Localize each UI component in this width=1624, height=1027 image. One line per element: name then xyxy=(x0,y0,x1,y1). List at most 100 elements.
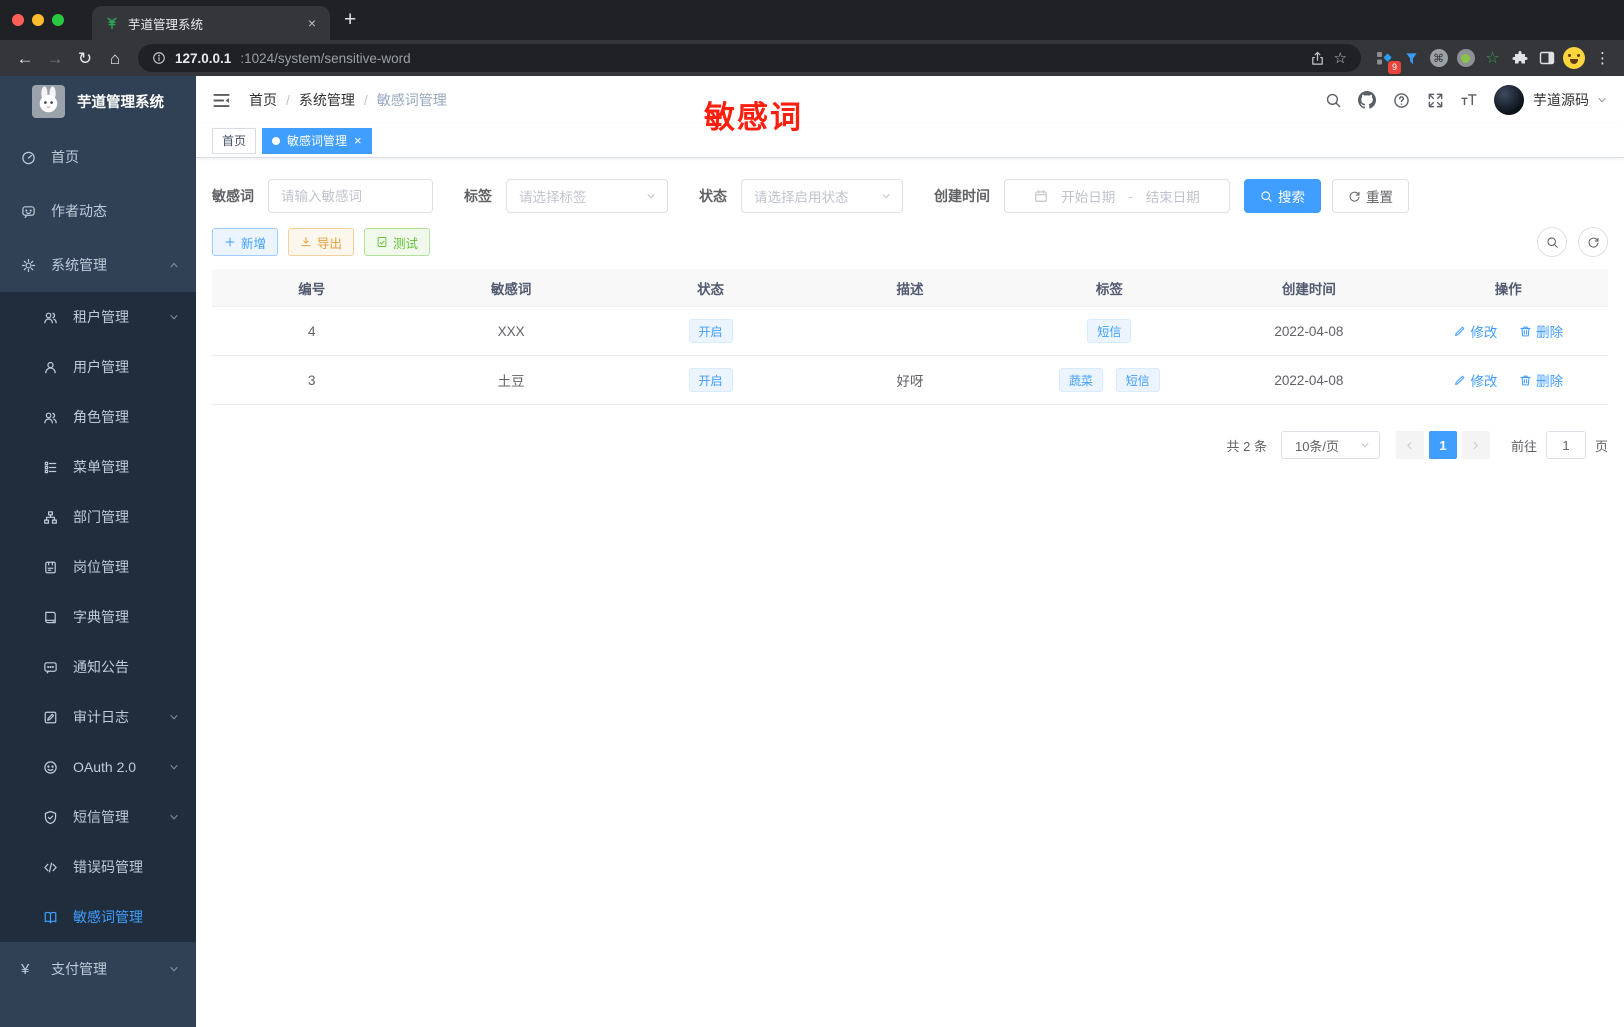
breadcrumb-system[interactable]: 系统管理 xyxy=(299,90,355,110)
sidebar-item-dict[interactable]: 字典管理 xyxy=(0,592,196,642)
new-tab-button[interactable]: + xyxy=(344,8,356,32)
github-icon[interactable] xyxy=(1350,83,1384,117)
sidebar-item-sensitive-word[interactable]: 敏感词管理 xyxy=(0,892,196,942)
sidebar: 芋道管理系统 首页 作者动态 系统管理 租户管理 用户管理 角色管理 菜单管理 … xyxy=(0,76,196,1027)
status-badge: 开启 xyxy=(688,319,733,343)
browser-profile-avatar[interactable] xyxy=(1560,45,1587,72)
org-tree-icon xyxy=(43,510,58,525)
tag-select[interactable]: 请选择标签 xyxy=(506,179,668,213)
browser-menu-icon[interactable]: ⋮ xyxy=(1587,49,1614,67)
prev-page-button[interactable] xyxy=(1395,431,1424,459)
tag-view-sensitive-word[interactable]: 敏感词管理 × xyxy=(262,127,372,154)
sidebar-item-post[interactable]: 岗位管理 xyxy=(0,542,196,592)
tag-view-home[interactable]: 首页 xyxy=(212,127,257,154)
user-icon xyxy=(43,360,58,375)
extension-star-icon[interactable]: ☆ xyxy=(1479,45,1506,72)
sidebar-item-system[interactable]: 系统管理 xyxy=(0,238,196,292)
sidebar-item-audit-log[interactable]: 审计日志 xyxy=(0,692,196,742)
table-toolbar: 新增 导出 测试 xyxy=(212,227,1608,257)
sidebar-item-error-code[interactable]: 错误码管理 xyxy=(0,842,196,892)
chevron-down-icon xyxy=(168,811,180,823)
reset-button[interactable]: 重置 xyxy=(1332,179,1409,213)
browser-tabstrip: 芋道管理系统 × + xyxy=(0,0,1624,40)
active-tab-dot xyxy=(272,136,281,145)
forward-icon[interactable]: → xyxy=(40,50,70,67)
shield-check-icon xyxy=(43,810,58,825)
back-icon[interactable]: ← xyxy=(10,50,40,67)
browser-tab[interactable]: 芋道管理系统 × xyxy=(92,6,330,40)
edit-link[interactable]: 修改 xyxy=(1453,321,1497,341)
username[interactable]: 芋道源码 xyxy=(1533,90,1589,110)
maximize-window-button[interactable] xyxy=(52,14,64,26)
toggle-search-button[interactable] xyxy=(1537,227,1567,257)
app-logo-row[interactable]: 芋道管理系统 xyxy=(0,76,196,126)
sidebar-item-pay[interactable]: ¥ 支付管理 xyxy=(0,942,196,996)
sidebar-item-notice[interactable]: 通知公告 xyxy=(0,642,196,692)
url-bar[interactable]: 127.0.0.1 :1024/system/sensitive-word ☆ xyxy=(138,44,1361,72)
traffic-lights xyxy=(0,14,80,26)
page-unit: 页 xyxy=(1594,438,1608,454)
sensitive-word-table: 编号 敏感词 状态 描述 标签 创建时间 操作 4 XXX 开启 短信 2022… xyxy=(212,269,1608,405)
sidebar-item-menu-mgmt[interactable]: 菜单管理 xyxy=(0,442,196,492)
tab-close-icon[interactable]: × xyxy=(304,15,320,31)
home-icon[interactable]: ⌂ xyxy=(100,50,130,67)
export-button[interactable]: 导出 xyxy=(288,228,355,256)
breadcrumb-current: 敏感词管理 xyxy=(376,92,447,108)
page-number-current[interactable]: 1 xyxy=(1428,431,1457,459)
extension-command-icon[interactable]: ⌘ xyxy=(1425,45,1452,72)
sidebar-item-tenant[interactable]: 租户管理 xyxy=(0,292,196,342)
fullscreen-icon[interactable] xyxy=(1418,83,1452,117)
sidebar-item-user[interactable]: 用户管理 xyxy=(0,342,196,392)
add-button[interactable]: 新增 xyxy=(212,228,279,256)
date-range-picker[interactable]: 开始日期 - 结束日期 xyxy=(1004,179,1230,213)
role-users-icon xyxy=(43,410,58,425)
search-button[interactable]: 搜索 xyxy=(1244,179,1321,213)
page-size-select[interactable]: 10条/页 xyxy=(1280,431,1380,459)
date-end-placeholder: 结束日期 xyxy=(1145,190,1200,205)
keyword-input[interactable] xyxy=(268,179,433,213)
yen-icon: ¥ xyxy=(21,960,30,978)
total-count: 共 2 条 xyxy=(1226,438,1267,454)
share-icon[interactable] xyxy=(1310,51,1325,66)
status-select[interactable]: 请选择启用状态 xyxy=(741,179,903,213)
page-content: 敏感词 标签 请选择标签 状态 请选择启用状态 xyxy=(196,158,1624,1027)
close-window-button[interactable] xyxy=(12,14,24,26)
search-icon[interactable] xyxy=(1316,83,1350,117)
cell-created: 2022-04-08 xyxy=(1274,323,1344,339)
minimize-window-button[interactable] xyxy=(32,14,44,26)
next-page-button[interactable] xyxy=(1461,431,1490,459)
breadcrumb-home[interactable]: 首页 xyxy=(249,90,277,110)
tab-title: 芋道管理系统 xyxy=(128,17,204,32)
bookmark-star-icon[interactable]: ☆ xyxy=(1334,49,1347,67)
sidebar-item-home[interactable]: 首页 xyxy=(0,130,196,184)
delete-link[interactable]: 删除 xyxy=(1519,370,1563,390)
site-info-icon[interactable] xyxy=(152,51,166,65)
sidebar-item-dept[interactable]: 部门管理 xyxy=(0,492,196,542)
goto-page-input[interactable] xyxy=(1545,431,1586,459)
sidebar-item-sms[interactable]: 短信管理 xyxy=(0,792,196,842)
side-panel-icon[interactable] xyxy=(1533,45,1560,72)
tag-badge: 短信 xyxy=(1115,368,1160,392)
cell-id: 3 xyxy=(307,372,316,388)
user-menu-caret-icon[interactable] xyxy=(1596,94,1608,106)
user-avatar[interactable] xyxy=(1494,85,1524,115)
tag-close-icon[interactable]: × xyxy=(354,134,362,147)
edit-link[interactable]: 修改 xyxy=(1453,370,1497,390)
goto-label: 前往 xyxy=(1510,438,1537,454)
extension-grid-icon[interactable]: 9 xyxy=(1371,45,1401,74)
refresh-button[interactable] xyxy=(1578,227,1608,257)
test-button[interactable]: 测试 xyxy=(364,228,431,256)
collapse-sidebar-icon[interactable] xyxy=(212,91,231,110)
extensions-puzzle-icon[interactable] xyxy=(1506,45,1533,72)
help-icon[interactable] xyxy=(1384,83,1418,117)
extension-funnel-icon[interactable] xyxy=(1398,45,1425,72)
sidebar-item-oauth[interactable]: OAuth 2.0 xyxy=(0,742,196,792)
sidebar-item-role[interactable]: 角色管理 xyxy=(0,392,196,442)
extension-record-icon[interactable] xyxy=(1452,45,1479,72)
pagination: 共 2 条 10条/页 1 前往 页 xyxy=(212,431,1608,459)
delete-link[interactable]: 删除 xyxy=(1519,321,1563,341)
font-size-icon[interactable] xyxy=(1452,83,1486,117)
reload-icon[interactable]: ↻ xyxy=(70,50,100,67)
chevron-down-icon xyxy=(1359,439,1371,451)
sidebar-item-author[interactable]: 作者动态 xyxy=(0,184,196,238)
